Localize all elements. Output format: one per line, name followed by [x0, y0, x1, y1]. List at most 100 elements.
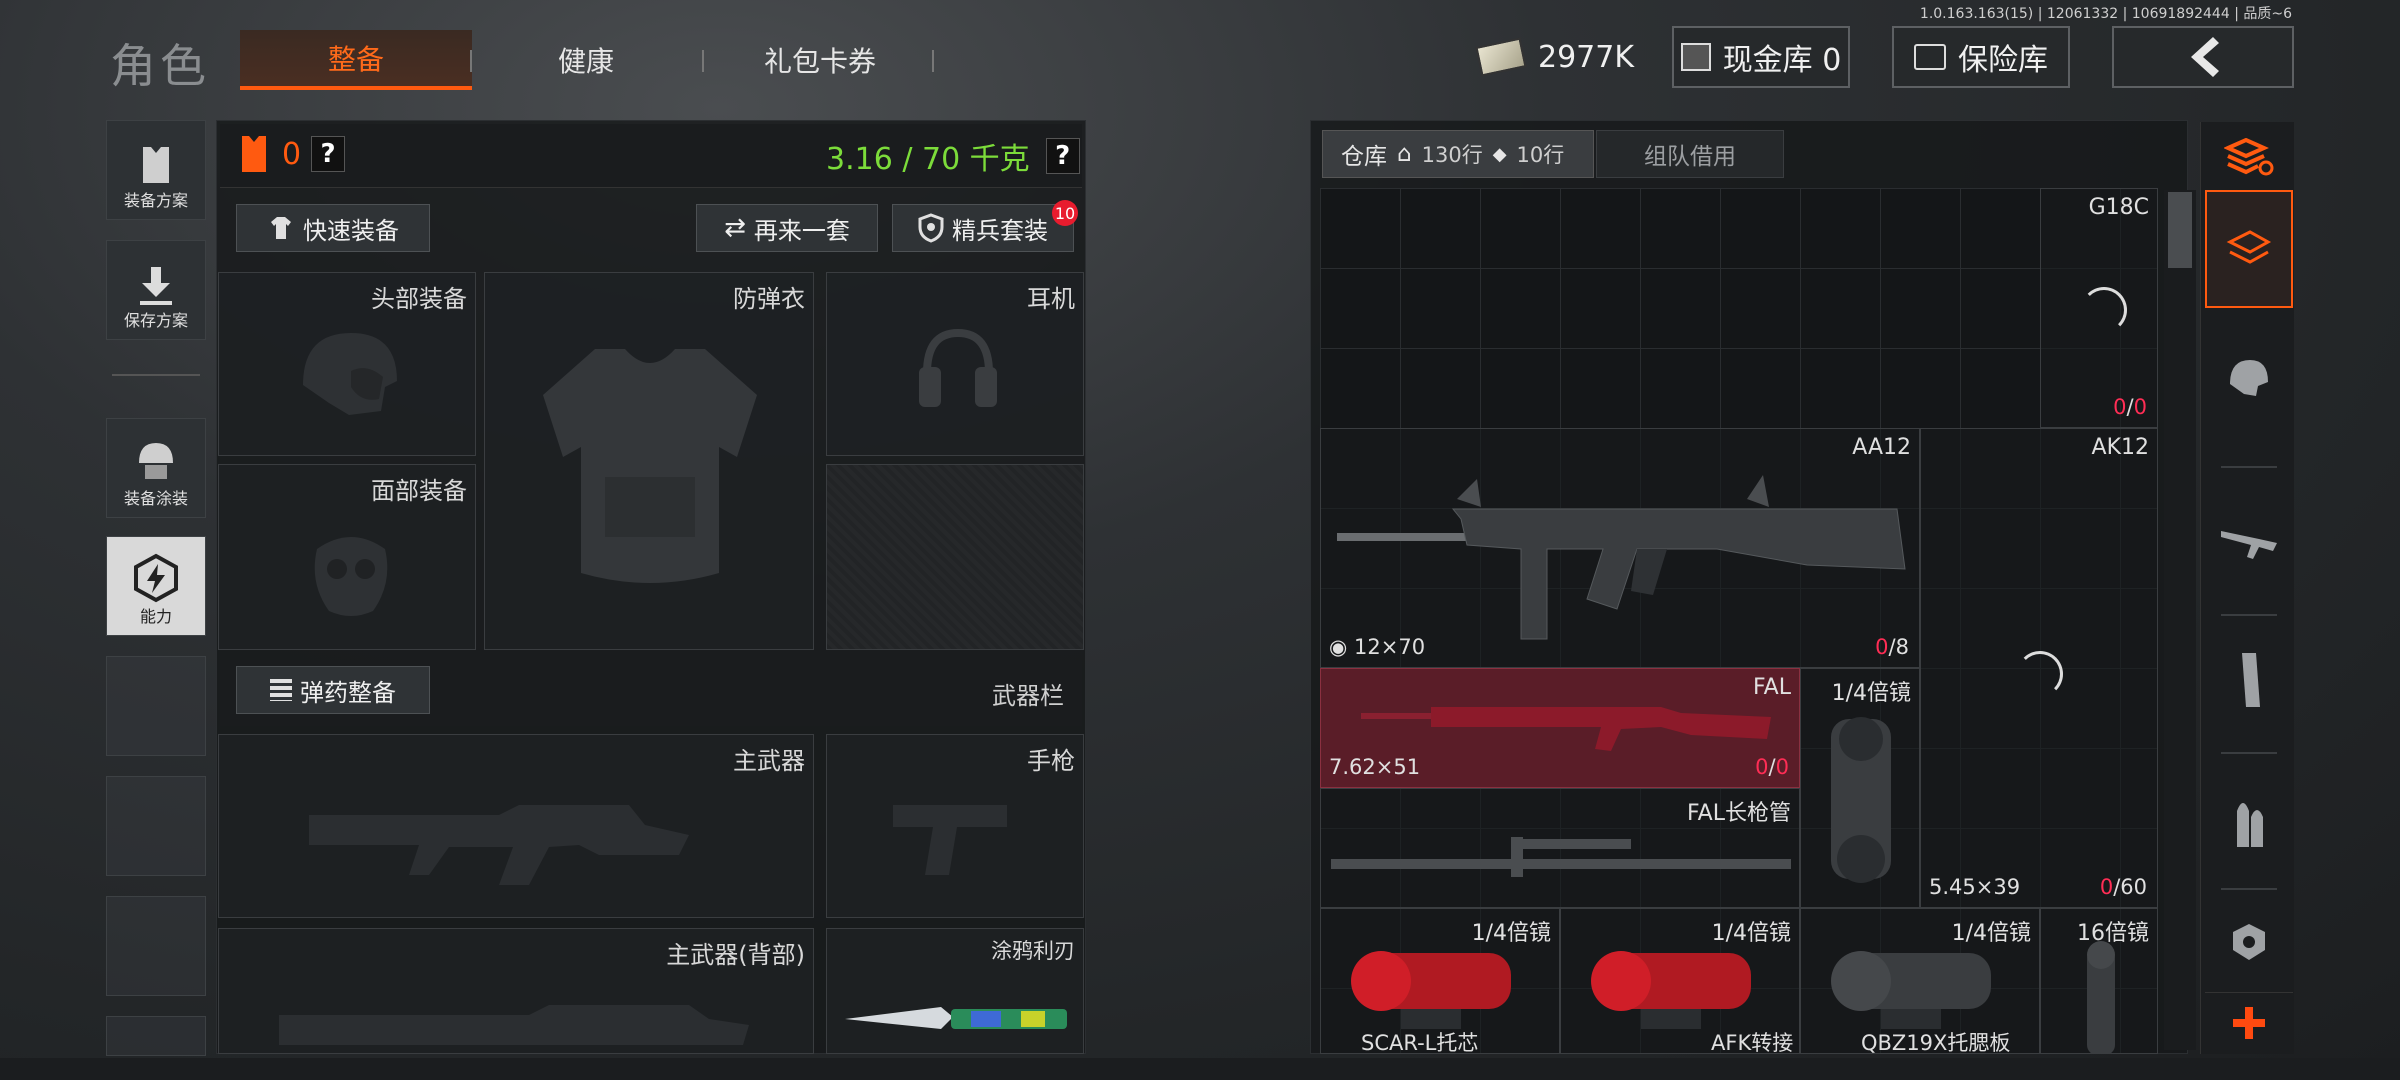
tab-warehouse[interactable]: 仓库 ⌂ 130行 ◆ 10行 — [1322, 130, 1594, 178]
slot-pistol[interactable]: 手枪 — [826, 734, 1084, 918]
ticket-icon: ◆ — [1492, 143, 1507, 165]
item-ak12[interactable]: AK12 5.45×39 0/60 — [1920, 428, 2158, 908]
safe-icon — [1914, 44, 1946, 70]
tab-divider — [702, 50, 704, 72]
tab-equipment[interactable]: 整备 — [240, 30, 472, 90]
sidebar-item-label: 装备方案 — [123, 191, 188, 210]
item-fal-barrel[interactable]: FAL长枪管 — [1320, 788, 1800, 908]
shotgun-aa12-icon — [1337, 475, 1906, 640]
slot-label: 耳机 — [1027, 285, 1075, 313]
category-divider — [2221, 466, 2277, 468]
item-scope-red-2[interactable]: 1/4倍镜 AFK转接 — [1560, 908, 1800, 1054]
bottom-bar — [0, 1058, 2400, 1080]
category-gear[interactable] — [2205, 318, 2293, 436]
ammo-icon — [270, 679, 292, 701]
sidebar-item-save-plan[interactable]: 保存方案 — [106, 240, 206, 340]
rifle-icon — [2221, 531, 2277, 559]
long-scope-icon — [2087, 941, 2115, 1054]
weight-help-icon[interactable]: ? — [1045, 138, 1080, 174]
category-all[interactable] — [2205, 190, 2293, 308]
magazine-icon — [2242, 653, 2260, 707]
item-g18c[interactable]: G18C 0/0 — [2040, 188, 2158, 428]
vest-icon — [143, 147, 169, 183]
scrollbar-thumb[interactable] — [2168, 192, 2192, 268]
helmet-paint-icon — [139, 443, 173, 479]
item-scope-red-1[interactable]: 1/4倍镜 SCAR-L托芯 — [1320, 908, 1560, 1054]
category-weapons[interactable] — [2205, 482, 2293, 600]
rows-home: 130行 — [1421, 143, 1483, 167]
item-ammo-count: 0/0 — [1755, 755, 1789, 779]
sidebar-empty-slot — [106, 896, 206, 996]
category-divider — [2221, 614, 2277, 616]
tab-gift-vouchers[interactable]: 礼包卡券 — [730, 30, 910, 90]
add-category-button[interactable] — [2205, 992, 2293, 1052]
tab-team-borrow[interactable]: 组队借用 — [1596, 130, 1784, 178]
item-scope-16x[interactable]: 16倍镜 — [2040, 908, 2158, 1054]
slot-face[interactable]: 面部装备 — [218, 464, 476, 650]
category-attachments[interactable] — [2205, 892, 2293, 992]
sidebar-item-ability[interactable]: 能力 — [106, 536, 206, 636]
elite-set-badge: 10 — [1052, 200, 1078, 226]
slot-knife[interactable]: 涂鸦利刃 — [826, 928, 1084, 1054]
rifle-back-silhouette-icon — [279, 1005, 749, 1045]
sidebar-empty-slot — [106, 776, 206, 876]
cash-vault-button[interactable]: 现金库 0 — [1672, 26, 1850, 88]
stack-refresh-icon — [2224, 138, 2274, 176]
barrel-icon — [1331, 837, 1791, 877]
item-name: G18C — [2088, 195, 2149, 220]
slot-vest[interactable]: 防弹衣 — [484, 272, 814, 650]
armor-help-icon[interactable]: ? — [311, 136, 346, 172]
item-sub-label: QBZ19X托腮板 — [1861, 1031, 2011, 1054]
safe-vault-button[interactable]: 保险库 — [1892, 26, 2070, 88]
category-magazines[interactable] — [2205, 622, 2293, 740]
slot-locked — [826, 464, 1084, 650]
sidebar-item-loadout-plan[interactable]: 装备方案 — [106, 120, 206, 220]
slot-label: 面部装备 — [371, 477, 467, 505]
category-column — [2200, 122, 2294, 1054]
cash-vault-label: 现金库 0 — [1722, 43, 1842, 78]
category-ammo[interactable] — [2205, 762, 2293, 880]
category-divider — [2221, 888, 2277, 890]
red-scope-icon — [1351, 951, 1511, 1029]
page-title: 角色 — [110, 39, 210, 93]
slot-label: 主武器 — [733, 747, 805, 775]
cash-icon — [1475, 37, 1527, 77]
slot-primary-weapon-back[interactable]: 主武器(背部) — [218, 928, 814, 1054]
slot-label: 涂鸦利刃 — [991, 939, 1075, 963]
back-button[interactable] — [2112, 26, 2294, 88]
ammo-type-icon: ◉ — [1329, 635, 1348, 659]
money-amount: 2977K — [1538, 39, 1635, 75]
vest-silhouette-icon — [543, 349, 757, 583]
tab-divider — [470, 50, 472, 72]
slot-primary-weapon[interactable]: 主武器 — [218, 734, 814, 918]
item-ammo-count: 0/8 — [1875, 635, 1909, 659]
graffiti-knife-icon — [845, 1007, 1067, 1029]
item-aa12[interactable]: AA12 ◉ 12×70 0/8 — [1320, 428, 1920, 668]
item-scope-tall[interactable]: 1/4倍镜 — [1800, 668, 1920, 908]
rifle-fal-icon — [1361, 707, 1771, 751]
category-sort-refresh[interactable] — [2205, 126, 2293, 190]
item-sub-label: AFK转接 — [1711, 1031, 1794, 1054]
sidebar-empty-slot — [106, 1016, 206, 1056]
slot-headset[interactable]: 耳机 — [826, 272, 1084, 456]
safe-vault-label: 保险库 — [1958, 43, 2048, 78]
ammo-equip-label: 弹药整备 — [300, 678, 396, 707]
version-info: 1.0.163.163(15) | 12061332 | 10691892444… — [1919, 6, 2292, 22]
ammo-equip-button[interactable]: 弹药整备 — [236, 666, 430, 714]
sidebar-item-label: 能力 — [139, 607, 172, 626]
money-display: 2977K — [1475, 34, 1635, 80]
tab-health[interactable]: 健康 — [500, 30, 672, 90]
storage-scrollbar[interactable] — [2164, 190, 2196, 1050]
sidebar-item-skin[interactable]: 装备涂装 — [106, 418, 206, 518]
scope-icon — [1831, 717, 1891, 883]
quick-equip-button[interactable]: 快速装备 — [236, 204, 430, 252]
item-caliber: 5.45×39 — [1929, 875, 2021, 899]
weight-value: 3.16 / 70 千克 — [826, 142, 1030, 177]
item-caliber: 7.62×51 — [1329, 755, 1421, 779]
elite-set-button[interactable]: 精兵套装 — [892, 204, 1074, 252]
slot-head[interactable]: 头部装备 — [218, 272, 476, 456]
reequip-button[interactable]: ⇄ 再来一套 — [696, 204, 878, 252]
item-fal[interactable]: FAL 7.62×51 0/0 — [1320, 668, 1800, 788]
loading-icon — [2017, 651, 2063, 697]
item-scope-black[interactable]: 1/4倍镜 QBZ19X托腮板 — [1800, 908, 2040, 1054]
